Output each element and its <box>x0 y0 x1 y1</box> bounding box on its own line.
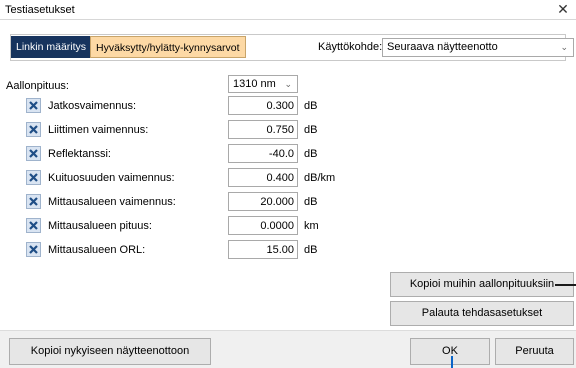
threshold-row-span-loss: Mittausalueen vaimennus: dB <box>0 192 576 212</box>
x-mark-icon <box>29 149 38 158</box>
close-icon[interactable]: ✕ <box>556 1 570 17</box>
span-loss-input[interactable] <box>228 192 298 211</box>
x-mark-icon <box>29 245 38 254</box>
usage-select[interactable]: Seuraava näytteenotto ⌄ <box>382 38 574 57</box>
copy-to-other-wavelengths-button[interactable]: Kopioi muihin aallonpituuksiin <box>390 272 574 297</box>
wavelength-label: Aallonpituus: <box>6 80 69 92</box>
span-loss-label: Mittausalueen vaimennus: <box>48 196 176 208</box>
wavelength-select-value: 1310 nm <box>233 78 276 90</box>
chevron-down-icon: ⌄ <box>560 42 568 52</box>
span-length-label: Mittausalueen pituus: <box>48 220 152 232</box>
span-orl-unit: dB <box>304 244 318 256</box>
threshold-row-fiber-section-loss: Kuituosuuden vaimennus: dB/km <box>0 168 576 188</box>
span-orl-label: Mittausalueen ORL: <box>48 244 146 256</box>
connector-loss-input[interactable] <box>228 120 298 139</box>
x-mark-icon <box>29 197 38 206</box>
chevron-down-icon: ⌄ <box>284 79 292 89</box>
x-mark-icon <box>29 125 38 134</box>
reflectance-unit: dB <box>304 148 318 160</box>
splice-loss-checkbox[interactable] <box>26 98 41 113</box>
window-title: Testiasetukset <box>5 4 75 16</box>
splice-loss-input[interactable] <box>228 96 298 115</box>
splice-loss-unit: dB <box>304 100 318 112</box>
cancel-button[interactable]: Peruuta <box>495 338 574 365</box>
x-mark-icon <box>29 101 38 110</box>
fiber-section-loss-unit: dB/km <box>304 172 336 184</box>
usage-select-value: Seuraava näytteenotto <box>387 41 498 53</box>
span-length-unit: km <box>304 220 319 232</box>
span-loss-checkbox[interactable] <box>26 194 41 209</box>
span-orl-input[interactable] <box>228 240 298 259</box>
threshold-row-connector-loss: Liittimen vaimennus: dB <box>0 120 576 140</box>
fiber-section-loss-checkbox[interactable] <box>26 170 41 185</box>
title-bar: Testiasetukset ✕ <box>0 0 576 20</box>
callout-line <box>451 356 453 368</box>
tab-link-definition[interactable]: Linkin määritys <box>11 36 92 58</box>
threshold-row-span-orl: Mittausalueen ORL: dB <box>0 240 576 260</box>
splice-loss-label: Jatkosvaimennus: <box>48 100 137 112</box>
connector-loss-unit: dB <box>304 124 318 136</box>
x-mark-icon <box>29 221 38 230</box>
ok-button[interactable]: OK <box>410 338 490 365</box>
fiber-section-loss-label: Kuituosuuden vaimennus: <box>48 172 175 184</box>
fiber-section-loss-input[interactable] <box>228 168 298 187</box>
reflectance-label: Reflektanssi: <box>48 148 111 160</box>
connector-loss-label: Liittimen vaimennus: <box>48 124 149 136</box>
usage-label: Käyttökohde: <box>318 41 383 53</box>
restore-defaults-button[interactable]: Palauta tehdasasetukset <box>390 301 574 326</box>
callout-line <box>555 284 576 286</box>
threshold-row-splice-loss: Jatkosvaimennus: dB <box>0 96 576 116</box>
reflectance-checkbox[interactable] <box>26 146 41 161</box>
copy-to-current-acquisition-button[interactable]: Kopioi nykyiseen näytteenottoon <box>9 338 211 365</box>
span-length-checkbox[interactable] <box>26 218 41 233</box>
span-length-input[interactable] <box>228 216 298 235</box>
x-mark-icon <box>29 173 38 182</box>
span-orl-checkbox[interactable] <box>26 242 41 257</box>
span-loss-unit: dB <box>304 196 318 208</box>
reflectance-input[interactable] <box>228 144 298 163</box>
threshold-row-reflectance: Reflektanssi: dB <box>0 144 576 164</box>
threshold-row-span-length: Mittausalueen pituus: km <box>0 216 576 236</box>
tab-pass-fail-thresholds[interactable]: Hyväksytty/hylätty-kynnysarvot <box>90 36 246 58</box>
wavelength-select[interactable]: 1310 nm ⌄ <box>228 75 298 93</box>
connector-loss-checkbox[interactable] <box>26 122 41 137</box>
